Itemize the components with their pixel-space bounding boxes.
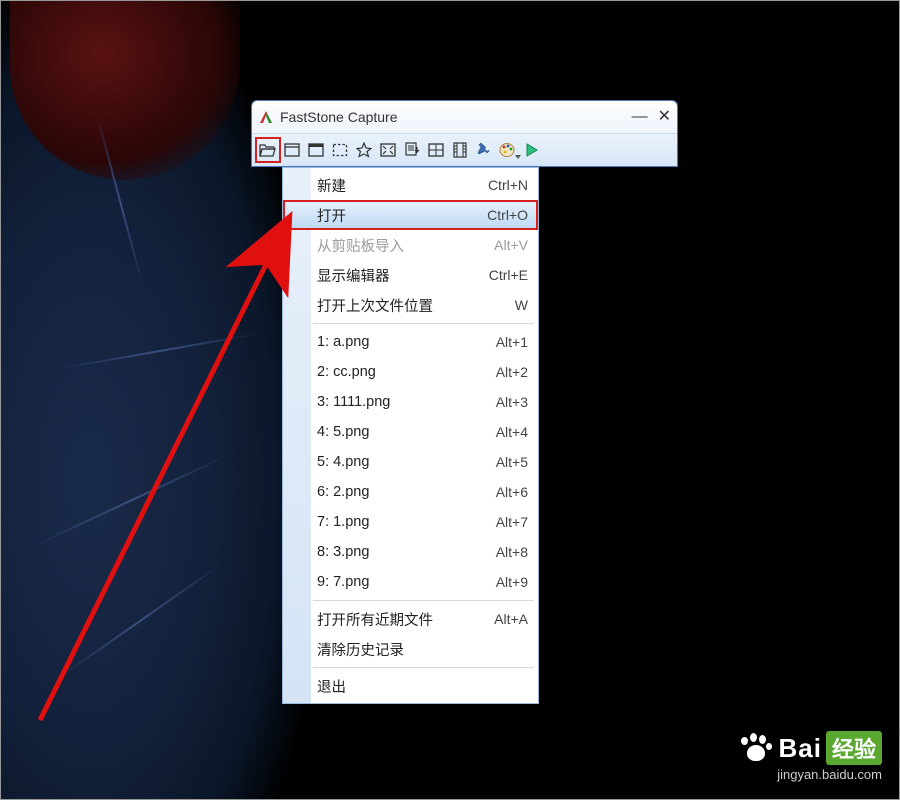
menu-item-label: 3: 1111.png: [317, 394, 496, 410]
menu-item-shortcut: Alt+7: [496, 514, 528, 530]
capture-window-object-button[interactable]: [304, 138, 328, 162]
minimize-button[interactable]: —: [632, 109, 648, 125]
menu-item-shortcut: Ctrl+O: [487, 207, 528, 223]
window-filled-icon: [308, 143, 324, 157]
menu-recent-1[interactable]: 1: a.pngAlt+1: [283, 327, 538, 357]
file-dropdown-menu: 新建Ctrl+N打开Ctrl+O从剪贴板导入Alt+V显示编辑器Ctrl+E打开…: [282, 167, 539, 704]
film-icon: [453, 142, 467, 158]
toolbar: [252, 133, 677, 166]
settings-button[interactable]: [520, 138, 544, 162]
menu-item-label: 9: 7.png: [317, 574, 496, 590]
menu-open[interactable]: 打开Ctrl+O: [283, 200, 538, 230]
open-menu-button[interactable]: [256, 138, 280, 162]
window-title: FastStone Capture: [280, 109, 398, 125]
menu-item-shortcut: W: [515, 297, 528, 313]
menu-recent-8[interactable]: 8: 3.pngAlt+8: [283, 537, 538, 567]
capture-active-window-button[interactable]: [280, 138, 304, 162]
menu-item-label: 打开上次文件位置: [317, 295, 515, 316]
menu-item-shortcut: Ctrl+N: [488, 177, 528, 193]
close-button[interactable]: ✕: [658, 109, 671, 125]
capture-fixed-region-button[interactable]: [424, 138, 448, 162]
menu-exit[interactable]: 退出: [283, 671, 538, 701]
output-options-button[interactable]: [496, 138, 520, 162]
menu-separator: [313, 323, 534, 324]
menu-item-label: 从剪贴板导入: [317, 235, 494, 256]
freehand-icon: [356, 142, 372, 158]
menu-item-shortcut: Alt+1: [496, 334, 528, 350]
menu-item-label: 4: 5.png: [317, 424, 496, 440]
menu-clear-history[interactable]: 清除历史记录: [283, 634, 538, 664]
capture-scrolling-button[interactable]: [400, 138, 424, 162]
menu-item-shortcut: Alt+3: [496, 394, 528, 410]
menu-separator: [313, 667, 534, 668]
fullscreen-icon: [380, 143, 396, 157]
menu-import-clipboard: 从剪贴板导入Alt+V: [283, 230, 538, 260]
titlebar[interactable]: FastStone Capture — ✕: [252, 101, 677, 133]
menu-item-shortcut: Alt+5: [496, 454, 528, 470]
menu-recent-6[interactable]: 6: 2.pngAlt+6: [283, 477, 538, 507]
pin-icon: [476, 142, 492, 158]
menu-item-label: 打开所有近期文件: [317, 609, 494, 630]
menu-item-label: 清除历史记录: [317, 639, 528, 660]
folder-open-icon: [259, 142, 277, 158]
menu-open-last-location[interactable]: 打开上次文件位置W: [283, 290, 538, 320]
rect-dashed-icon: [332, 143, 348, 157]
menu-separator: [313, 600, 534, 601]
menu-item-shortcut: Alt+A: [494, 611, 528, 627]
menu-item-shortcut: Alt+4: [496, 424, 528, 440]
screen-recorder-button[interactable]: [448, 138, 472, 162]
menu-item-shortcut: Ctrl+E: [489, 267, 528, 283]
faststone-capture-window: FastStone Capture — ✕: [251, 100, 678, 167]
menu-recent-7[interactable]: 7: 1.pngAlt+7: [283, 507, 538, 537]
capture-fullscreen-button[interactable]: [376, 138, 400, 162]
menu-recent-4[interactable]: 4: 5.pngAlt+4: [283, 417, 538, 447]
menu-item-label: 显示编辑器: [317, 265, 489, 286]
watermark-brand: Bai: [779, 733, 822, 764]
menu-item-label: 7: 1.png: [317, 514, 496, 530]
menu-open-all-recent[interactable]: 打开所有近期文件Alt+A: [283, 604, 538, 634]
menu-item-shortcut: Alt+6: [496, 484, 528, 500]
palette-icon: [499, 142, 517, 158]
menu-item-label: 5: 4.png: [317, 454, 496, 470]
window-icon: [284, 143, 300, 157]
menu-item-label: 2: cc.png: [317, 364, 496, 380]
menu-item-label: 1: a.png: [317, 334, 496, 350]
menu-item-shortcut: Alt+2: [496, 364, 528, 380]
menu-show-editor[interactable]: 显示编辑器Ctrl+E: [283, 260, 538, 290]
menu-item-shortcut: Alt+9: [496, 574, 528, 590]
fixed-region-icon: [428, 143, 444, 157]
watermark: Bai 经验 jingyan.baidu.com: [739, 731, 882, 782]
menu-recent-2[interactable]: 2: cc.pngAlt+2: [283, 357, 538, 387]
menu-recent-3[interactable]: 3: 1111.pngAlt+3: [283, 387, 538, 417]
menu-recent-9[interactable]: 9: 7.pngAlt+9: [283, 567, 538, 597]
menu-item-shortcut: Alt+V: [494, 237, 528, 253]
menu-item-label: 打开: [317, 205, 487, 226]
paw-icon: [739, 733, 773, 763]
menu-item-label: 新建: [317, 175, 488, 196]
watermark-badge: 经验: [826, 731, 882, 765]
capture-rectangle-button[interactable]: [328, 138, 352, 162]
menu-item-shortcut: Alt+8: [496, 544, 528, 560]
menu-new[interactable]: 新建Ctrl+N: [283, 170, 538, 200]
menu-item-label: 6: 2.png: [317, 484, 496, 500]
delay-button[interactable]: [472, 138, 496, 162]
scroll-icon: [404, 142, 420, 158]
app-icon: [258, 109, 274, 125]
menu-recent-5[interactable]: 5: 4.pngAlt+5: [283, 447, 538, 477]
watermark-url: jingyan.baidu.com: [739, 767, 882, 782]
menu-item-label: 8: 3.png: [317, 544, 496, 560]
settings-arrow-icon: [524, 142, 540, 158]
capture-freehand-button[interactable]: [352, 138, 376, 162]
menu-item-label: 退出: [317, 676, 528, 697]
